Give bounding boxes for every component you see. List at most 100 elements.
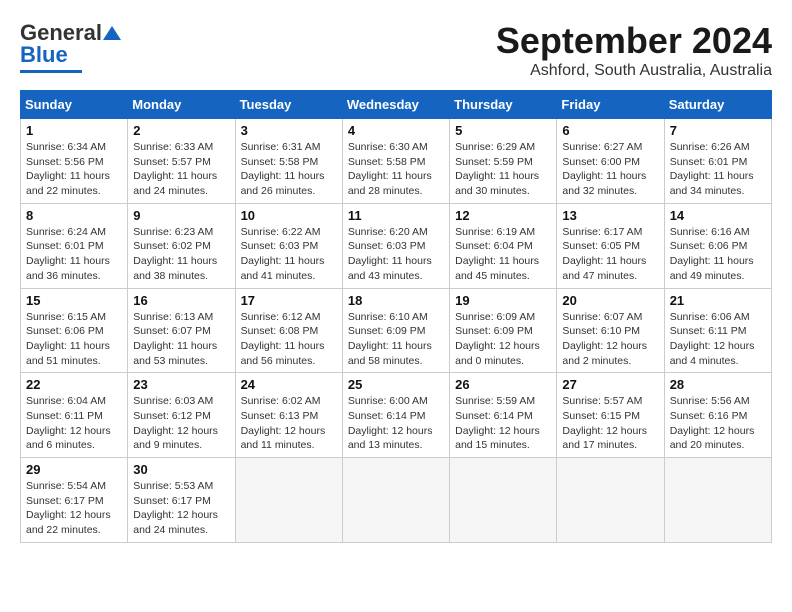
day-info: Sunrise: 6:27 AM Sunset: 6:00 PM Dayligh… — [562, 140, 658, 199]
table-row: 13 Sunrise: 6:17 AM Sunset: 6:05 PM Dayli… — [557, 203, 664, 288]
table-row: 8Sunrise: 6:24 AM Sunset: 6:01 PM Daylig… — [21, 203, 128, 288]
table-row: 7 Sunrise: 6:26 AM Sunset: 6:01 PM Daylig… — [664, 119, 771, 204]
table-row: 20 Sunrise: 6:07 AM Sunset: 6:10 PM Dayli… — [557, 288, 664, 373]
logo: General Blue — [20, 20, 122, 73]
table-row: 3Sunrise: 6:31 AM Sunset: 5:58 PM Daylig… — [235, 119, 342, 204]
calendar-row: 22 Sunrise: 6:04 AM Sunset: 6:11 PM Dayli… — [21, 373, 772, 458]
day-number: 4 — [348, 123, 444, 138]
day-info: Sunrise: 6:19 AM Sunset: 6:04 PM Dayligh… — [455, 225, 551, 284]
day-number: 9 — [133, 208, 229, 223]
day-info: Sunrise: 6:00 AM Sunset: 6:14 PM Dayligh… — [348, 394, 444, 453]
weekday-header-row: Sunday Monday Tuesday Wednesday Thursday… — [21, 91, 772, 119]
logo-underline — [20, 70, 82, 73]
day-number: 15 — [26, 293, 122, 308]
day-number: 17 — [241, 293, 337, 308]
table-row: 30 Sunrise: 5:53 AM Sunset: 6:17 PM Dayli… — [128, 458, 235, 543]
day-number: 2 — [133, 123, 229, 138]
day-number: 5 — [455, 123, 551, 138]
table-row: 1 Sunrise: 6:34 AM Sunset: 5:56 PM Daylig… — [21, 119, 128, 204]
day-number: 23 — [133, 377, 229, 392]
table-row: 4 Sunrise: 6:30 AM Sunset: 5:58 PM Daylig… — [342, 119, 449, 204]
calendar-table: Sunday Monday Tuesday Wednesday Thursday… — [20, 90, 772, 543]
day-info: Sunrise: 5:56 AM Sunset: 6:16 PM Dayligh… — [670, 394, 766, 453]
day-number: 25 — [348, 377, 444, 392]
table-row: 5 Sunrise: 6:29 AM Sunset: 5:59 PM Daylig… — [450, 119, 557, 204]
day-info: Sunrise: 6:30 AM Sunset: 5:58 PM Dayligh… — [348, 140, 444, 199]
day-number: 8 — [26, 208, 122, 223]
day-info: Sunrise: 6:04 AM Sunset: 6:11 PM Dayligh… — [26, 394, 122, 453]
header-sunday: Sunday — [21, 91, 128, 119]
day-number: 29 — [26, 462, 122, 477]
day-number: 24 — [241, 377, 337, 392]
day-info: Sunrise: 6:17 AM Sunset: 6:05 PM Dayligh… — [562, 225, 658, 284]
logo-blue: Blue — [20, 42, 68, 68]
table-row: 10 Sunrise: 6:22 AM Sunset: 6:03 PM Dayli… — [235, 203, 342, 288]
day-info: Sunrise: 6:15 AM Sunset: 6:06 PM Dayligh… — [26, 310, 122, 369]
day-info: Sunrise: 5:53 AM Sunset: 6:17 PM Dayligh… — [133, 479, 229, 538]
day-number: 6 — [562, 123, 658, 138]
table-row — [450, 458, 557, 543]
day-number: 18 — [348, 293, 444, 308]
table-row: 16Sunrise: 6:13 AM Sunset: 6:07 PM Dayli… — [128, 288, 235, 373]
table-row: 26Sunrise: 5:59 AM Sunset: 6:14 PM Dayli… — [450, 373, 557, 458]
day-info: Sunrise: 6:03 AM Sunset: 6:12 PM Dayligh… — [133, 394, 229, 453]
table-row: 11 Sunrise: 6:20 AM Sunset: 6:03 PM Dayli… — [342, 203, 449, 288]
day-info: Sunrise: 6:12 AM Sunset: 6:08 PM Dayligh… — [241, 310, 337, 369]
calendar-body: 1 Sunrise: 6:34 AM Sunset: 5:56 PM Daylig… — [21, 119, 772, 543]
table-row — [557, 458, 664, 543]
day-number: 19 — [455, 293, 551, 308]
day-info: Sunrise: 6:22 AM Sunset: 6:03 PM Dayligh… — [241, 225, 337, 284]
header-monday: Monday — [128, 91, 235, 119]
table-row: 2 Sunrise: 6:33 AM Sunset: 5:57 PM Daylig… — [128, 119, 235, 204]
day-info: Sunrise: 5:57 AM Sunset: 6:15 PM Dayligh… — [562, 394, 658, 453]
table-row: 14 Sunrise: 6:16 AM Sunset: 6:06 PM Dayli… — [664, 203, 771, 288]
day-info: Sunrise: 6:07 AM Sunset: 6:10 PM Dayligh… — [562, 310, 658, 369]
day-number: 26 — [455, 377, 551, 392]
day-info: Sunrise: 6:20 AM Sunset: 6:03 PM Dayligh… — [348, 225, 444, 284]
table-row: 19 Sunrise: 6:09 AM Sunset: 6:09 PM Dayli… — [450, 288, 557, 373]
month-title: September 2024 — [496, 20, 772, 62]
day-info: Sunrise: 6:06 AM Sunset: 6:11 PM Dayligh… — [670, 310, 766, 369]
day-info: Sunrise: 6:23 AM Sunset: 6:02 PM Dayligh… — [133, 225, 229, 284]
day-info: Sunrise: 6:33 AM Sunset: 5:57 PM Dayligh… — [133, 140, 229, 199]
day-info: Sunrise: 6:29 AM Sunset: 5:59 PM Dayligh… — [455, 140, 551, 199]
table-row: 27 Sunrise: 5:57 AM Sunset: 6:15 PM Dayli… — [557, 373, 664, 458]
day-number: 13 — [562, 208, 658, 223]
day-number: 10 — [241, 208, 337, 223]
table-row: 9 Sunrise: 6:23 AM Sunset: 6:02 PM Daylig… — [128, 203, 235, 288]
day-number: 21 — [670, 293, 766, 308]
location-title: Ashford, South Australia, Australia — [496, 62, 772, 80]
day-info: Sunrise: 6:02 AM Sunset: 6:13 PM Dayligh… — [241, 394, 337, 453]
day-info: Sunrise: 6:26 AM Sunset: 6:01 PM Dayligh… — [670, 140, 766, 199]
header-tuesday: Tuesday — [235, 91, 342, 119]
day-number: 27 — [562, 377, 658, 392]
day-info: Sunrise: 6:09 AM Sunset: 6:09 PM Dayligh… — [455, 310, 551, 369]
calendar-row: 8Sunrise: 6:24 AM Sunset: 6:01 PM Daylig… — [21, 203, 772, 288]
day-number: 3 — [241, 123, 337, 138]
day-info: Sunrise: 6:16 AM Sunset: 6:06 PM Dayligh… — [670, 225, 766, 284]
day-number: 1 — [26, 123, 122, 138]
day-number: 30 — [133, 462, 229, 477]
day-number: 11 — [348, 208, 444, 223]
day-number: 22 — [26, 377, 122, 392]
table-row: 18Sunrise: 6:10 AM Sunset: 6:09 PM Dayli… — [342, 288, 449, 373]
table-row: 12 Sunrise: 6:19 AM Sunset: 6:04 PM Dayli… — [450, 203, 557, 288]
table-row — [664, 458, 771, 543]
day-number: 14 — [670, 208, 766, 223]
table-row: 25 Sunrise: 6:00 AM Sunset: 6:14 PM Dayli… — [342, 373, 449, 458]
day-number: 7 — [670, 123, 766, 138]
table-row: 29Sunrise: 5:54 AM Sunset: 6:17 PM Dayli… — [21, 458, 128, 543]
page-header: General Blue September 2024 Ashford, Sou… — [20, 20, 772, 80]
table-row: 28Sunrise: 5:56 AM Sunset: 6:16 PM Dayli… — [664, 373, 771, 458]
day-info: Sunrise: 6:34 AM Sunset: 5:56 PM Dayligh… — [26, 140, 122, 199]
day-number: 20 — [562, 293, 658, 308]
title-block: September 2024 Ashford, South Australia,… — [496, 20, 772, 80]
table-row: 24 Sunrise: 6:02 AM Sunset: 6:13 PM Dayli… — [235, 373, 342, 458]
table-row: 17 Sunrise: 6:12 AM Sunset: 6:08 PM Dayli… — [235, 288, 342, 373]
day-number: 12 — [455, 208, 551, 223]
header-saturday: Saturday — [664, 91, 771, 119]
table-row: 6 Sunrise: 6:27 AM Sunset: 6:00 PM Daylig… — [557, 119, 664, 204]
header-thursday: Thursday — [450, 91, 557, 119]
header-friday: Friday — [557, 91, 664, 119]
day-info: Sunrise: 6:13 AM Sunset: 6:07 PM Dayligh… — [133, 310, 229, 369]
